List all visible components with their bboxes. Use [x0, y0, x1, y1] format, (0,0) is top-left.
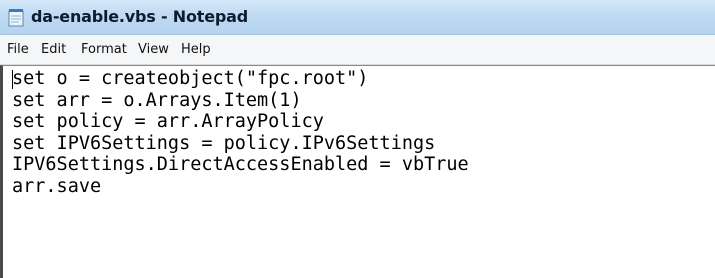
menu-format[interactable]: Format [81, 42, 127, 57]
code-line-2: set arr = o.Arrays.Item(1) [12, 89, 302, 111]
notepad-window: da-enable.vbs - Notepad File Edit Format… [0, 0, 715, 278]
window-title: da-enable.vbs - Notepad [31, 7, 248, 26]
menu-file[interactable]: File [7, 42, 29, 57]
editor-content[interactable]: set o = createobject("fpc.root") set arr … [12, 68, 469, 197]
code-line-4: set IPV6Settings = policy.IPv6Settings [12, 132, 436, 154]
title-bar[interactable]: da-enable.vbs - Notepad [0, 0, 715, 35]
menu-edit[interactable]: Edit [41, 42, 66, 57]
menu-view[interactable]: View [138, 42, 169, 57]
code-line-6: arr.save [12, 175, 102, 197]
code-line-1: set o = createobject("fpc.root") [12, 68, 369, 89]
code-line-5: IPV6Settings.DirectAccessEnabled = vbTru… [12, 154, 469, 175]
code-line-3: set policy = arr.ArrayPolicy [12, 111, 324, 132]
text-editor-area[interactable]: set o = createobject("fpc.root") set arr … [0, 65, 715, 278]
notepad-icon [8, 9, 24, 27]
menu-help[interactable]: Help [181, 42, 211, 57]
menu-bar: File Edit Format View Help [0, 35, 715, 65]
